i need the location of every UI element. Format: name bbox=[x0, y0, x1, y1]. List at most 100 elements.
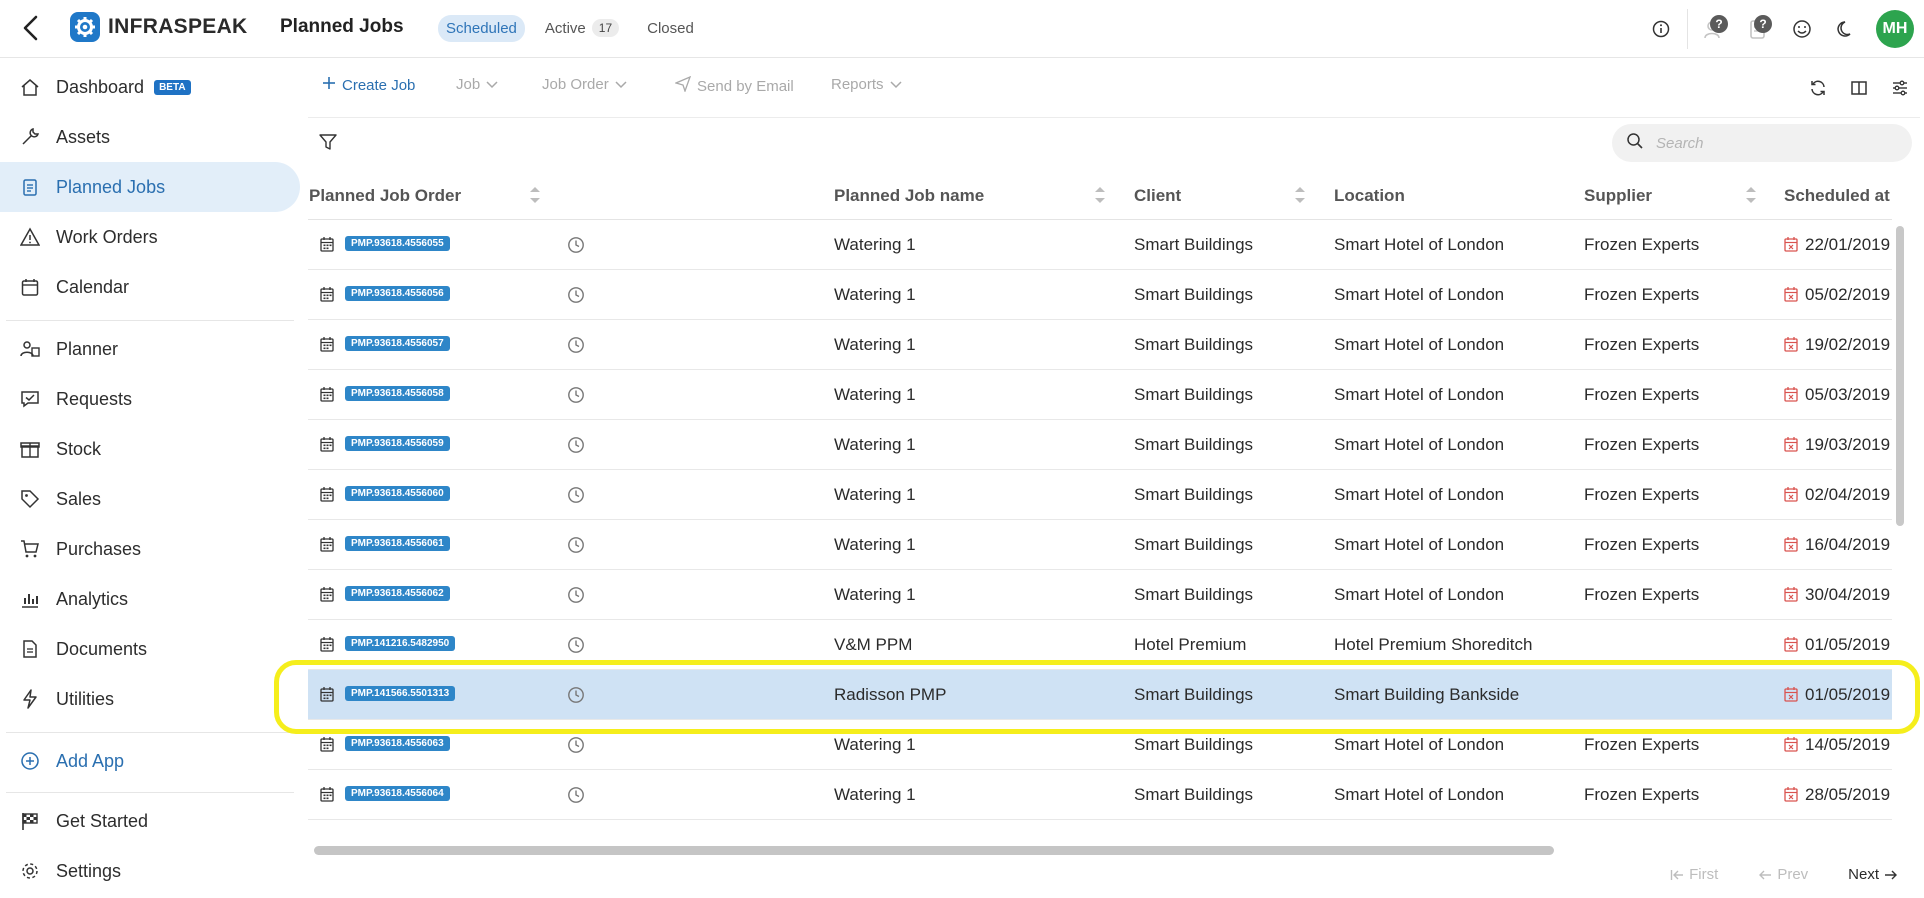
sidebar-item-get-started[interactable]: Get Started bbox=[0, 796, 300, 846]
job-order-badge[interactable]: PMP.93618.4556057 bbox=[345, 336, 450, 351]
job-order-badge[interactable]: PMP.93618.4556058 bbox=[345, 386, 450, 401]
tab-active[interactable]: Active 17 bbox=[537, 14, 627, 42]
sort-icon[interactable] bbox=[1744, 182, 1758, 208]
tab-scheduled[interactable]: Scheduled bbox=[438, 14, 525, 42]
refresh-icon[interactable] bbox=[1797, 68, 1838, 108]
document-help-icon[interactable]: ? bbox=[1736, 7, 1780, 51]
sidebar-item-add-app[interactable]: Add App bbox=[0, 736, 300, 786]
reports-dropdown[interactable]: Reports bbox=[831, 76, 902, 93]
sidebar-item-label: Analytics bbox=[56, 588, 129, 609]
clock-icon[interactable] bbox=[567, 286, 585, 304]
table-row[interactable]: PMP.93618.4556055 Watering 1 Smart Build… bbox=[308, 220, 1892, 270]
clock-icon[interactable] bbox=[567, 536, 585, 554]
vertical-scrollbar[interactable] bbox=[1896, 226, 1904, 526]
job-order-badge[interactable]: PMP.93618.4556056 bbox=[345, 286, 450, 301]
filter-icon[interactable] bbox=[318, 132, 338, 154]
table-row[interactable]: PMP.93618.4556063 Watering 1 Smart Build… bbox=[308, 720, 1892, 770]
sidebar-item-documents[interactable]: Documents bbox=[0, 624, 300, 674]
split-view-icon[interactable] bbox=[1838, 68, 1879, 108]
job-order-badge[interactable]: PMP.93618.4556063 bbox=[345, 736, 450, 751]
sort-icon[interactable] bbox=[528, 182, 542, 208]
column-header-client[interactable]: Client bbox=[1134, 186, 1181, 206]
table-row[interactable]: PMP.93618.4556062 Watering 1 Smart Build… bbox=[308, 570, 1892, 620]
job-order-badge[interactable]: PMP.93618.4556059 bbox=[345, 436, 450, 451]
clock-icon[interactable] bbox=[567, 236, 585, 254]
prev-page-button[interactable]: Prev bbox=[1758, 866, 1808, 883]
bar-chart-icon bbox=[18, 587, 42, 611]
table-row[interactable]: PMP.93618.4556058 Watering 1 Smart Build… bbox=[308, 370, 1892, 420]
clock-icon[interactable] bbox=[567, 736, 585, 754]
table-row[interactable]: PMP.93618.4556064 Watering 1 Smart Build… bbox=[308, 770, 1892, 820]
column-header-order[interactable]: Planned Job Order bbox=[309, 186, 461, 206]
sidebar-item-settings[interactable]: Settings bbox=[0, 846, 300, 896]
sidebar-item-utilities[interactable]: Utilities bbox=[0, 674, 300, 724]
sidebar-item-purchases[interactable]: Purchases bbox=[0, 524, 300, 574]
sidebar-item-calendar[interactable]: Calendar bbox=[0, 262, 300, 312]
next-page-button[interactable]: Next bbox=[1848, 866, 1898, 883]
search-input[interactable] bbox=[1656, 134, 1896, 152]
divider bbox=[1687, 9, 1688, 49]
create-job-button[interactable]: Create Job bbox=[322, 76, 415, 94]
column-header-location[interactable]: Location bbox=[1334, 186, 1405, 206]
logo[interactable]: INFRASPEAK bbox=[70, 12, 248, 42]
sidebar-item-analytics[interactable]: Analytics bbox=[0, 574, 300, 624]
sidebar-item-planned-jobs[interactable]: Planned Jobs bbox=[0, 162, 300, 212]
job-order-dropdown[interactable]: Job Order bbox=[542, 76, 627, 93]
clock-icon[interactable] bbox=[567, 636, 585, 654]
clock-icon[interactable] bbox=[567, 486, 585, 504]
job-order-badge[interactable]: PMP.93618.4556061 bbox=[345, 536, 450, 551]
cell-location: Smart Hotel of London bbox=[1334, 785, 1505, 804]
clock-icon[interactable] bbox=[567, 436, 585, 454]
table-row[interactable]: PMP.93618.4556059 Watering 1 Smart Build… bbox=[308, 420, 1892, 470]
info-icon[interactable] bbox=[1639, 7, 1683, 51]
cell-supplier: Frozen Experts bbox=[1584, 235, 1700, 254]
avatar[interactable]: MH bbox=[1876, 10, 1914, 48]
cell-location: Smart Hotel of London bbox=[1334, 585, 1505, 604]
sliders-icon[interactable] bbox=[1879, 68, 1920, 108]
calendar-icon bbox=[320, 487, 334, 502]
column-header-supplier[interactable]: Supplier bbox=[1584, 186, 1652, 206]
warning-icon bbox=[18, 225, 42, 249]
horizontal-scrollbar[interactable] bbox=[314, 846, 1554, 855]
job-order-badge[interactable]: PMP.93618.4556060 bbox=[345, 486, 450, 501]
smiley-icon[interactable] bbox=[1780, 7, 1824, 51]
cell-scheduled-at: 19/02/2019 bbox=[1805, 335, 1891, 354]
clock-icon[interactable] bbox=[567, 386, 585, 404]
job-order-badge[interactable]: PMP.93618.4556062 bbox=[345, 586, 450, 601]
tab-closed[interactable]: Closed bbox=[639, 15, 702, 42]
clock-icon[interactable] bbox=[567, 586, 585, 604]
sidebar-item-assets[interactable]: Assets bbox=[0, 112, 300, 162]
sidebar-item-sales[interactable]: Sales bbox=[0, 474, 300, 524]
moon-icon[interactable] bbox=[1824, 7, 1868, 51]
calendar-x-icon bbox=[1784, 537, 1798, 552]
sidebar-item-stock[interactable]: Stock bbox=[0, 424, 300, 474]
back-arrow-icon[interactable] bbox=[16, 12, 46, 44]
table-row[interactable]: PMP.141566.5501313 Radisson PMP Smart Bu… bbox=[308, 670, 1892, 720]
send-by-email-button[interactable]: Send by Email bbox=[674, 75, 794, 96]
job-order-badge[interactable]: PMP.141566.5501313 bbox=[345, 686, 456, 701]
column-header-scheduled-at[interactable]: Scheduled at bbox=[1784, 186, 1890, 206]
sort-icon[interactable] bbox=[1293, 182, 1307, 208]
user-help-icon[interactable]: ? bbox=[1692, 7, 1736, 51]
table-row[interactable]: PMP.141216.5482950 V&M PPM Hotel Premium… bbox=[308, 620, 1892, 670]
first-page-button[interactable]: First bbox=[1670, 866, 1718, 883]
job-order-badge[interactable]: PMP.141216.5482950 bbox=[345, 636, 456, 651]
column-header-name[interactable]: Planned Job name bbox=[834, 186, 984, 206]
top-bar: INFRASPEAK Planned Jobs Scheduled Active… bbox=[0, 0, 1924, 58]
job-order-badge[interactable]: PMP.93618.4556064 bbox=[345, 786, 450, 801]
clock-icon[interactable] bbox=[567, 336, 585, 354]
clock-icon[interactable] bbox=[567, 786, 585, 804]
job-order-badge[interactable]: PMP.93618.4556055 bbox=[345, 236, 450, 251]
cell-scheduled-at: 05/02/2019 bbox=[1805, 285, 1891, 304]
table-row[interactable]: PMP.93618.4556056 Watering 1 Smart Build… bbox=[308, 270, 1892, 320]
table-row[interactable]: PMP.93618.4556060 Watering 1 Smart Build… bbox=[308, 470, 1892, 520]
sidebar-item-dashboard[interactable]: Dashboard BETA bbox=[0, 62, 300, 112]
table-row[interactable]: PMP.93618.4556057 Watering 1 Smart Build… bbox=[308, 320, 1892, 370]
sidebar-item-planner[interactable]: Planner bbox=[0, 324, 300, 374]
table-row[interactable]: PMP.93618.4556061 Watering 1 Smart Build… bbox=[308, 520, 1892, 570]
job-dropdown[interactable]: Job bbox=[456, 76, 498, 93]
sort-icon[interactable] bbox=[1093, 182, 1107, 208]
sidebar-item-requests[interactable]: Requests bbox=[0, 374, 300, 424]
sidebar-item-work-orders[interactable]: Work Orders bbox=[0, 212, 300, 262]
clock-icon[interactable] bbox=[567, 686, 585, 704]
